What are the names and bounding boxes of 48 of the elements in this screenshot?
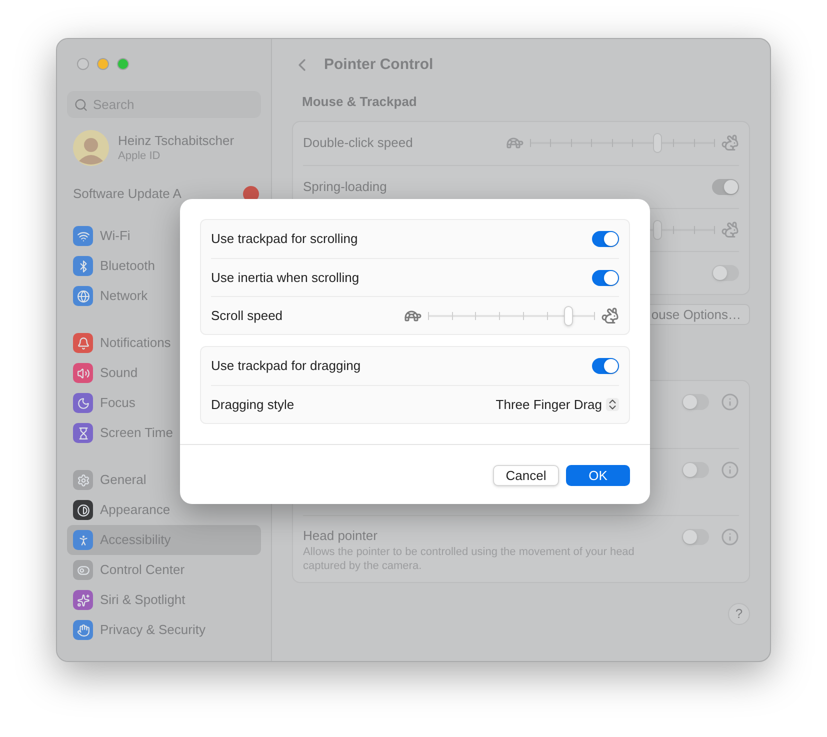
rabbit-icon	[601, 306, 619, 324]
window-control[interactable]	[97, 58, 109, 70]
toggle-switch[interactable]	[592, 358, 619, 374]
rabbit-icon	[721, 220, 739, 238]
ok-button[interactable]: OK	[566, 465, 630, 486]
sidebar-item[interactable]: Notifications	[67, 328, 261, 358]
toggle-switch[interactable]	[592, 270, 619, 286]
sidebar-item[interactable]: Control Center	[67, 555, 261, 585]
sidebar-item[interactable]: Siri & Spotlight	[67, 585, 261, 615]
stepper-icon	[606, 398, 619, 411]
sidebar-item[interactable]: Appearance	[67, 495, 261, 525]
info-icon[interactable]	[721, 528, 739, 546]
setting-label: Use trackpad for scrolling	[211, 230, 358, 248]
toggle-switch[interactable]	[682, 462, 709, 478]
slider-track[interactable]	[428, 306, 595, 326]
toggle-switch[interactable]	[592, 231, 619, 247]
slider-thumb[interactable]	[564, 306, 573, 326]
sidebar-item[interactable]: Privacy & Security	[67, 615, 261, 645]
setting-label: Double-click speed	[303, 134, 413, 152]
window-control[interactable]	[117, 58, 129, 70]
avatar[interactable]	[73, 130, 109, 166]
setting-label: Scroll speed	[211, 306, 283, 325]
window-control[interactable]	[77, 58, 89, 70]
info-icon[interactable]	[721, 392, 739, 410]
section-title: Mouse & Trackpad	[302, 93, 418, 111]
update-notice[interactable]: Software Update A	[73, 184, 182, 204]
info-icon[interactable]	[721, 460, 739, 478]
toggle-switch[interactable]	[712, 264, 739, 280]
search-icon	[74, 98, 88, 112]
help-button[interactable]: ?	[728, 602, 750, 624]
setting-label: Head pointer	[303, 526, 378, 545]
cancel-button[interactable]: Cancel	[493, 465, 559, 486]
profile-name: Heinz Tschabitscher	[118, 133, 234, 149]
slider-thumb[interactable]	[653, 133, 662, 153]
slider-track[interactable]	[530, 133, 715, 153]
sidebar-item[interactable]: Screen Time	[67, 418, 261, 448]
dragging-style-popup[interactable]: Three Finger Drag	[496, 394, 619, 414]
sidebar-item[interactable]: General	[67, 465, 261, 495]
setting-label: Spring-loading	[303, 178, 387, 196]
setting-label: Use trackpad for dragging	[211, 357, 361, 376]
page-title: Pointer Control	[324, 54, 434, 75]
toggle-switch[interactable]	[682, 394, 709, 410]
slider-thumb[interactable]	[653, 220, 662, 240]
toggle-switch[interactable]	[712, 178, 739, 194]
toggle-switch[interactable]	[682, 528, 709, 544]
setting-label: Use inertia when scrolling	[211, 268, 360, 287]
setting-label: Dragging style	[211, 396, 294, 414]
rabbit-icon	[721, 134, 739, 152]
